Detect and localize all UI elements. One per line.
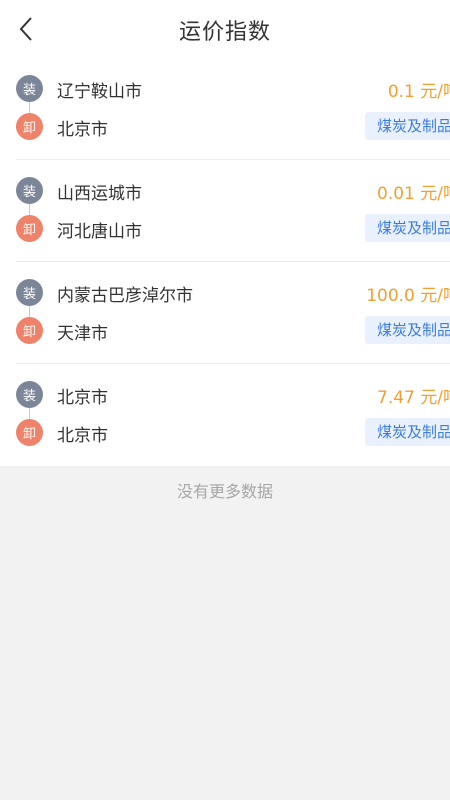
origin-city: 辽宁鞍山市 xyxy=(57,82,142,102)
price-label: 0.1 元/吨 xyxy=(387,82,450,102)
destination-city: 北京市 xyxy=(57,120,108,140)
category-tag: 煤炭及制品 xyxy=(364,316,450,344)
load-marker: 装 xyxy=(16,177,43,204)
route-connector xyxy=(29,306,30,317)
page-title: 运价指数 xyxy=(178,20,271,45)
unload-marker: 卸 xyxy=(16,113,43,140)
price-label: 100.0 元/吨 xyxy=(366,286,450,306)
origin-city: 内蒙古巴彦淖尔市 xyxy=(57,286,193,306)
load-marker: 装 xyxy=(16,381,43,408)
category-tag: 煤炭及制品 xyxy=(364,112,450,140)
destination-city: 河北唐山市 xyxy=(57,222,142,242)
unload-marker: 卸 xyxy=(16,215,43,242)
load-marker: 装 xyxy=(16,75,43,102)
route-connector xyxy=(29,204,30,215)
app-header: 运价指数 xyxy=(0,0,450,58)
price-label: 7.47 元/吨 xyxy=(377,388,450,408)
price-label: 0.01 元/吨 xyxy=(377,184,450,204)
load-marker: 装 xyxy=(16,279,43,306)
list-item[interactable]: 装 卸 辽宁鞍山市 北京市 0.1 元/吨 煤炭及制品 xyxy=(16,58,450,160)
freight-list: 装 卸 辽宁鞍山市 北京市 0.1 元/吨 煤炭及制品 装 卸 山西运城市 河北… xyxy=(0,58,450,466)
no-more-data-text: 没有更多数据 xyxy=(176,482,273,501)
unload-marker: 卸 xyxy=(16,317,43,344)
list-item[interactable]: 装 卸 内蒙古巴彦淖尔市 天津市 100.0 元/吨 煤炭及制品 xyxy=(16,262,450,364)
origin-city: 北京市 xyxy=(57,388,108,408)
origin-city: 山西运城市 xyxy=(57,184,142,204)
category-tag: 煤炭及制品 xyxy=(364,418,450,446)
list-item[interactable]: 装 卸 北京市 北京市 7.47 元/吨 煤炭及制品 xyxy=(16,364,450,466)
unload-marker: 卸 xyxy=(16,419,43,446)
route-connector xyxy=(29,408,30,419)
destination-city: 北京市 xyxy=(57,426,108,446)
route-connector xyxy=(29,102,30,113)
list-item[interactable]: 装 卸 山西运城市 河北唐山市 0.01 元/吨 煤炭及制品 xyxy=(16,160,450,262)
destination-city: 天津市 xyxy=(57,324,108,344)
category-tag: 煤炭及制品 xyxy=(364,214,450,242)
